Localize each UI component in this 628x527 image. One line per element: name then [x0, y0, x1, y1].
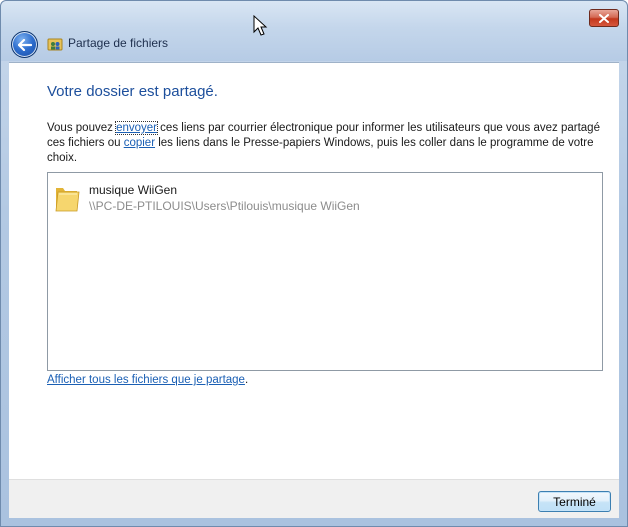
list-item[interactable]: musique WiiGen \\PC-DE-PTILOUIS\Users\Pt…	[53, 179, 373, 215]
back-arrow-icon	[17, 38, 32, 51]
item-name: musique WiiGen	[89, 183, 178, 197]
send-link[interactable]: envoyer	[115, 121, 158, 135]
close-button[interactable]	[589, 9, 619, 27]
content-panel: Votre dossier est partagé. Vous pouvez e…	[9, 62, 619, 480]
folder-icon	[55, 188, 80, 212]
copy-link[interactable]: copier	[124, 137, 155, 149]
close-icon	[599, 13, 609, 23]
desc-part-1: Vous pouvez	[47, 122, 117, 134]
show-all-suffix: .	[244, 374, 249, 386]
item-path: \\PC-DE-PTILOUIS\Users\Ptilouis\musique …	[89, 199, 360, 213]
description-text: Vous pouvez envoyer ces liens par courri…	[47, 121, 607, 166]
footer-bar: Terminé	[9, 479, 619, 518]
shared-items-list[interactable]: musique WiiGen \\PC-DE-PTILOUIS\Users\Pt…	[47, 172, 603, 371]
back-button[interactable]	[11, 31, 38, 58]
page-heading: Votre dossier est partagé.	[47, 83, 218, 100]
window-frame: Partage de fichiers Votre dossier est pa…	[0, 0, 628, 527]
mouse-cursor-icon	[253, 15, 268, 36]
show-all-shared-link[interactable]: Afficher tous les fichiers que je partag…	[47, 374, 245, 386]
show-all-line: Afficher tous les fichiers que je partag…	[47, 374, 248, 386]
window-title: Partage de fichiers	[68, 36, 169, 50]
done-button[interactable]: Terminé	[538, 491, 611, 512]
title-bar: Partage de fichiers	[1, 1, 627, 61]
file-sharing-icon	[47, 38, 63, 51]
